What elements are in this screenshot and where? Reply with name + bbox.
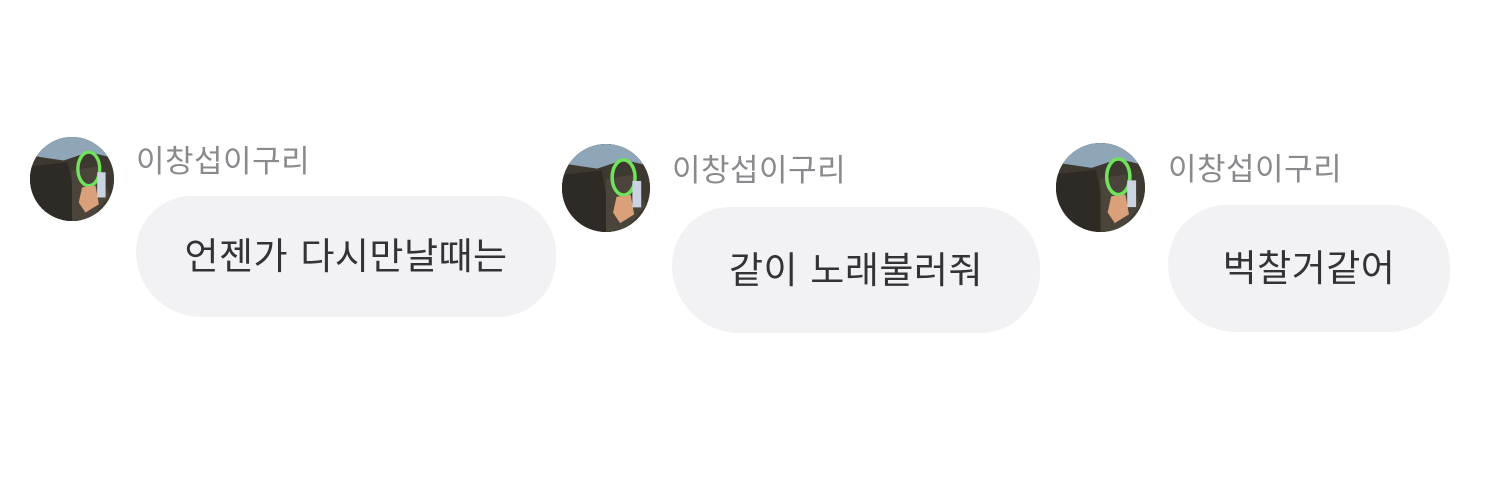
message-bubble[interactable]: 언젠가 다시만날때는 — [136, 196, 556, 317]
message-bubble[interactable]: 벅찰거같어 — [1168, 205, 1450, 332]
sender-name: 이창섭이구리 — [136, 144, 311, 180]
message-bubble[interactable]: 같이 노래불러줘 — [672, 207, 1040, 333]
avatar[interactable] — [30, 137, 114, 221]
message-text: 언젠가 다시만날때는 — [184, 235, 508, 278]
avatar[interactable] — [1056, 143, 1145, 232]
avatar[interactable] — [562, 144, 650, 232]
message-text: 벅찰거같어 — [1222, 247, 1396, 290]
profile-photo-icon — [1056, 143, 1145, 232]
profile-photo-icon — [30, 137, 114, 221]
sender-name: 이창섭이구리 — [672, 153, 847, 189]
profile-photo-icon — [562, 144, 650, 232]
sender-name: 이창섭이구리 — [1168, 152, 1343, 188]
message-text: 같이 노래불러줘 — [728, 248, 984, 292]
chat-screen: 이창섭이구리 언젠가 다시만날때는 이창섭이구리 같이 노래불러줘 이창섭이구리… — [0, 0, 1500, 500]
